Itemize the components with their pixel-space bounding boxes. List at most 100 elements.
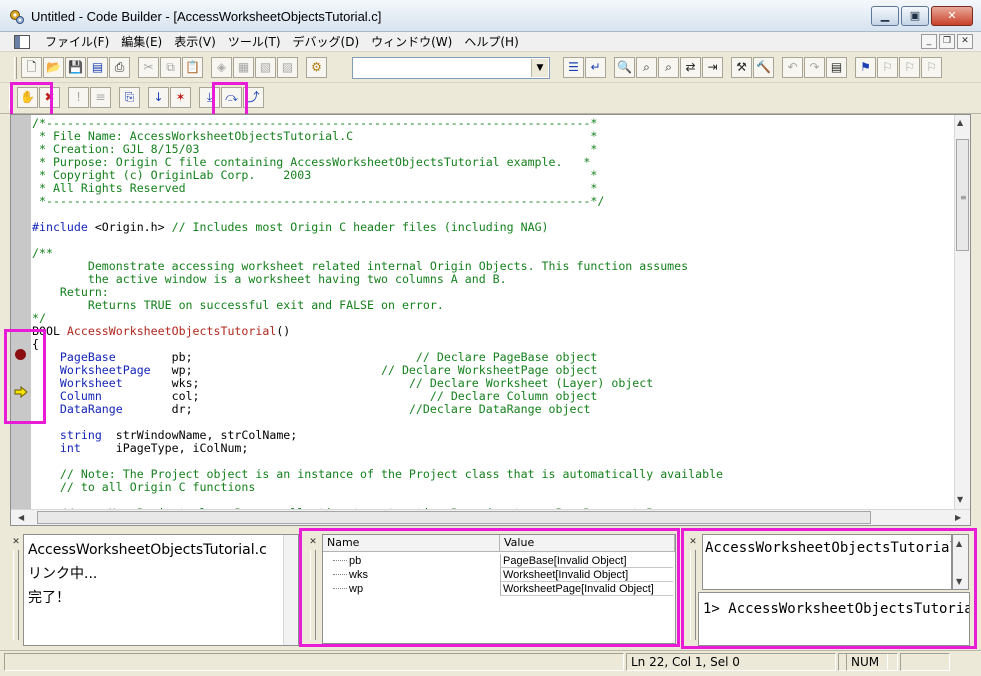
menu-window[interactable]: ウィンドウ(W) xyxy=(365,34,458,50)
menu-view[interactable]: 表示(V) xyxy=(168,34,222,50)
build-all-icon[interactable]: ▨ xyxy=(277,57,298,78)
mdi-close-button[interactable]: ✕ xyxy=(957,34,973,49)
code-line[interactable]: BOOL AccessWorksheetObjectsTutorial() xyxy=(32,325,290,338)
editor-horizontal-scroll-thumb[interactable] xyxy=(37,511,871,524)
copy-icon[interactable]: ⧉ xyxy=(160,57,181,78)
save-all-icon[interactable]: ▤ xyxy=(87,57,108,78)
restore-button[interactable]: ▣ xyxy=(901,6,929,26)
save-icon[interactable]: 💾 xyxy=(65,57,86,78)
close-icon[interactable]: ✕ xyxy=(688,537,698,547)
step-into-arrow-icon[interactable]: ↓ xyxy=(148,87,169,108)
code-line[interactable]: #include <Origin.h> // Includes most Ori… xyxy=(32,221,549,234)
open-folder-icon[interactable]: 📂 xyxy=(43,57,64,78)
scroll-right-icon[interactable]: ▶ xyxy=(955,513,961,522)
editor-gutter[interactable] xyxy=(11,115,31,509)
code-line[interactable]: int iPageType, iColNum; xyxy=(32,442,248,455)
function-list-scrollbar[interactable]: ▲ ▼ xyxy=(952,534,969,590)
variable-name: wp xyxy=(323,582,498,596)
wrap-icon[interactable]: ↵ xyxy=(585,57,606,78)
editor-vertical-scroll-thumb[interactable]: ≡ xyxy=(956,139,969,251)
chevron-down-icon[interactable]: ▼ xyxy=(531,59,548,77)
bookmark-prev-icon[interactable]: ⚐ xyxy=(899,57,920,78)
output-dock-handle[interactable]: ✕ xyxy=(10,536,22,646)
bookmark-toggle-icon[interactable]: ⚑ xyxy=(855,57,876,78)
scroll-up-icon[interactable]: ▲ xyxy=(957,118,963,127)
code-text-area[interactable]: /*--------------------------------------… xyxy=(32,115,955,510)
find-icon[interactable]: 🔍 xyxy=(614,57,635,78)
output-panel[interactable]: AccessWorksheetObjectsTutorial.c リンク中...… xyxy=(23,534,299,646)
toggle-breakpoint-icon[interactable]: ⎘ xyxy=(119,87,140,108)
variables-header: Name Value xyxy=(323,535,675,552)
tools-icon[interactable]: ⚒ xyxy=(731,57,752,78)
table-row[interactable]: pb PageBase[Invalid Object] xyxy=(323,554,675,568)
call-stack-entry[interactable]: 1> AccessWorksheetObjectsTutorial xyxy=(703,600,969,618)
variables-panel[interactable]: Name Value pb PageBase[Invalid Object] w… xyxy=(322,534,676,644)
table-row[interactable]: wp WorksheetPage[Invalid Object] xyxy=(323,582,675,596)
variables-column-value[interactable]: Value xyxy=(500,535,675,551)
editor-horizontal-scrollbar[interactable]: ◀ ▶ xyxy=(11,509,970,525)
hammer-icon[interactable]: 🔨 xyxy=(753,57,774,78)
indent-icon[interactable]: ☰ xyxy=(563,57,584,78)
menu-edit[interactable]: 編集(E) xyxy=(115,34,168,50)
rebuild-icon[interactable]: ▧ xyxy=(255,57,276,78)
minimize-button[interactable]: ▁ xyxy=(871,6,899,26)
call-stack-panel[interactable]: 1> AccessWorksheetObjectsTutorial xyxy=(698,592,970,646)
function-list-panel[interactable]: AccessWorksheetObjectsTutorial xyxy=(702,534,952,590)
format-icon[interactable]: ▤ xyxy=(826,57,847,78)
code-editor[interactable]: /*--------------------------------------… xyxy=(10,114,971,526)
menu-debug[interactable]: デバッグ(D) xyxy=(287,34,366,50)
code-line[interactable]: // to all Origin C functions xyxy=(32,481,255,494)
variable-value: Worksheet[Invalid Object] xyxy=(500,568,673,582)
scroll-up-icon[interactable]: ▲ xyxy=(956,539,962,548)
output-scrollbar[interactable] xyxy=(283,535,298,645)
scroll-down-icon[interactable]: ▼ xyxy=(957,495,963,504)
variables-column-name[interactable]: Name xyxy=(323,535,500,551)
step-over-icon[interactable]: ⤼ xyxy=(221,87,242,108)
goto-icon[interactable]: ⇥ xyxy=(702,57,723,78)
redo-icon[interactable]: ↷ xyxy=(804,57,825,78)
variables-dock-handle[interactable]: ✕ xyxy=(307,536,319,646)
scroll-down-icon[interactable]: ▼ xyxy=(956,577,962,586)
command-combo[interactable]: ▼ xyxy=(352,57,550,79)
find-next-icon[interactable]: ⌕ xyxy=(636,57,657,78)
exclamation-run-icon[interactable]: ! xyxy=(68,87,89,108)
add-to-workspace-icon[interactable]: ⚙ xyxy=(306,57,327,78)
step-into-icon[interactable]: ⤓ xyxy=(199,87,220,108)
menu-help[interactable]: ヘルプ(H) xyxy=(458,34,524,50)
replace-icon[interactable]: ⇄ xyxy=(680,57,701,78)
find-previous-icon[interactable]: ⌕ xyxy=(658,57,679,78)
mdi-minimize-button[interactable]: _ xyxy=(921,34,937,49)
editor-vertical-scrollbar[interactable]: ▲ ≡ ▼ xyxy=(954,115,970,509)
remove-breakpoints-icon[interactable]: ✖ xyxy=(39,87,60,108)
menu-file[interactable]: ファイル(F) xyxy=(39,34,115,50)
window-title: Untitled - Code Builder - [AccessWorkshe… xyxy=(31,9,382,24)
document-system-menu-icon[interactable] xyxy=(14,35,30,49)
bookmark-clear-icon[interactable]: ⚐ xyxy=(921,57,942,78)
build-icon[interactable]: ▦ xyxy=(233,57,254,78)
hand-breakpoint-icon[interactable]: ✋ xyxy=(17,87,38,108)
print-icon[interactable]: ⎙ xyxy=(109,57,130,78)
toolbar-grip[interactable] xyxy=(9,87,12,109)
code-line[interactable]: Returns TRUE on successful exit and FALS… xyxy=(32,299,444,312)
code-line[interactable]: DataRange dr; //Declare DataRange object xyxy=(32,403,591,416)
paste-icon[interactable]: 📋 xyxy=(182,57,203,78)
close-icon[interactable]: ✕ xyxy=(308,537,318,547)
bookmark-next-icon[interactable]: ⚐ xyxy=(877,57,898,78)
cut-icon[interactable]: ✂ xyxy=(138,57,159,78)
code-line[interactable]: *---------------------------------------… xyxy=(32,195,604,208)
menu-tools[interactable]: ツール(T) xyxy=(222,34,287,50)
close-button[interactable]: ✕ xyxy=(931,6,973,26)
standard-toolbar: 🗋 📂 💾 ▤ ⎙ ✂ ⧉ 📋 ◈ ▦ ▧ ▨ ⚙ ▼ ☰ ↵ 🔍 ⌕ ⌕ ⇄ … xyxy=(0,53,981,83)
toolbar-grip[interactable] xyxy=(14,57,17,79)
table-row[interactable]: wks Worksheet[Invalid Object] xyxy=(323,568,675,582)
scroll-left-icon[interactable]: ◀ xyxy=(18,513,24,522)
mdi-restore-button[interactable]: ❐ xyxy=(939,34,955,49)
step-out-icon[interactable]: ⤴ xyxy=(243,87,264,108)
close-icon[interactable]: ✕ xyxy=(11,537,21,547)
stop-icon[interactable]: ≡ xyxy=(90,87,111,108)
breakpoint-dot-icon[interactable] xyxy=(15,349,26,360)
new-file-icon[interactable]: 🗋 xyxy=(21,57,42,78)
compile-icon[interactable]: ◈ xyxy=(211,57,232,78)
undo-icon[interactable]: ↶ xyxy=(782,57,803,78)
go-to-cursor-icon[interactable]: ✶ xyxy=(170,87,191,108)
